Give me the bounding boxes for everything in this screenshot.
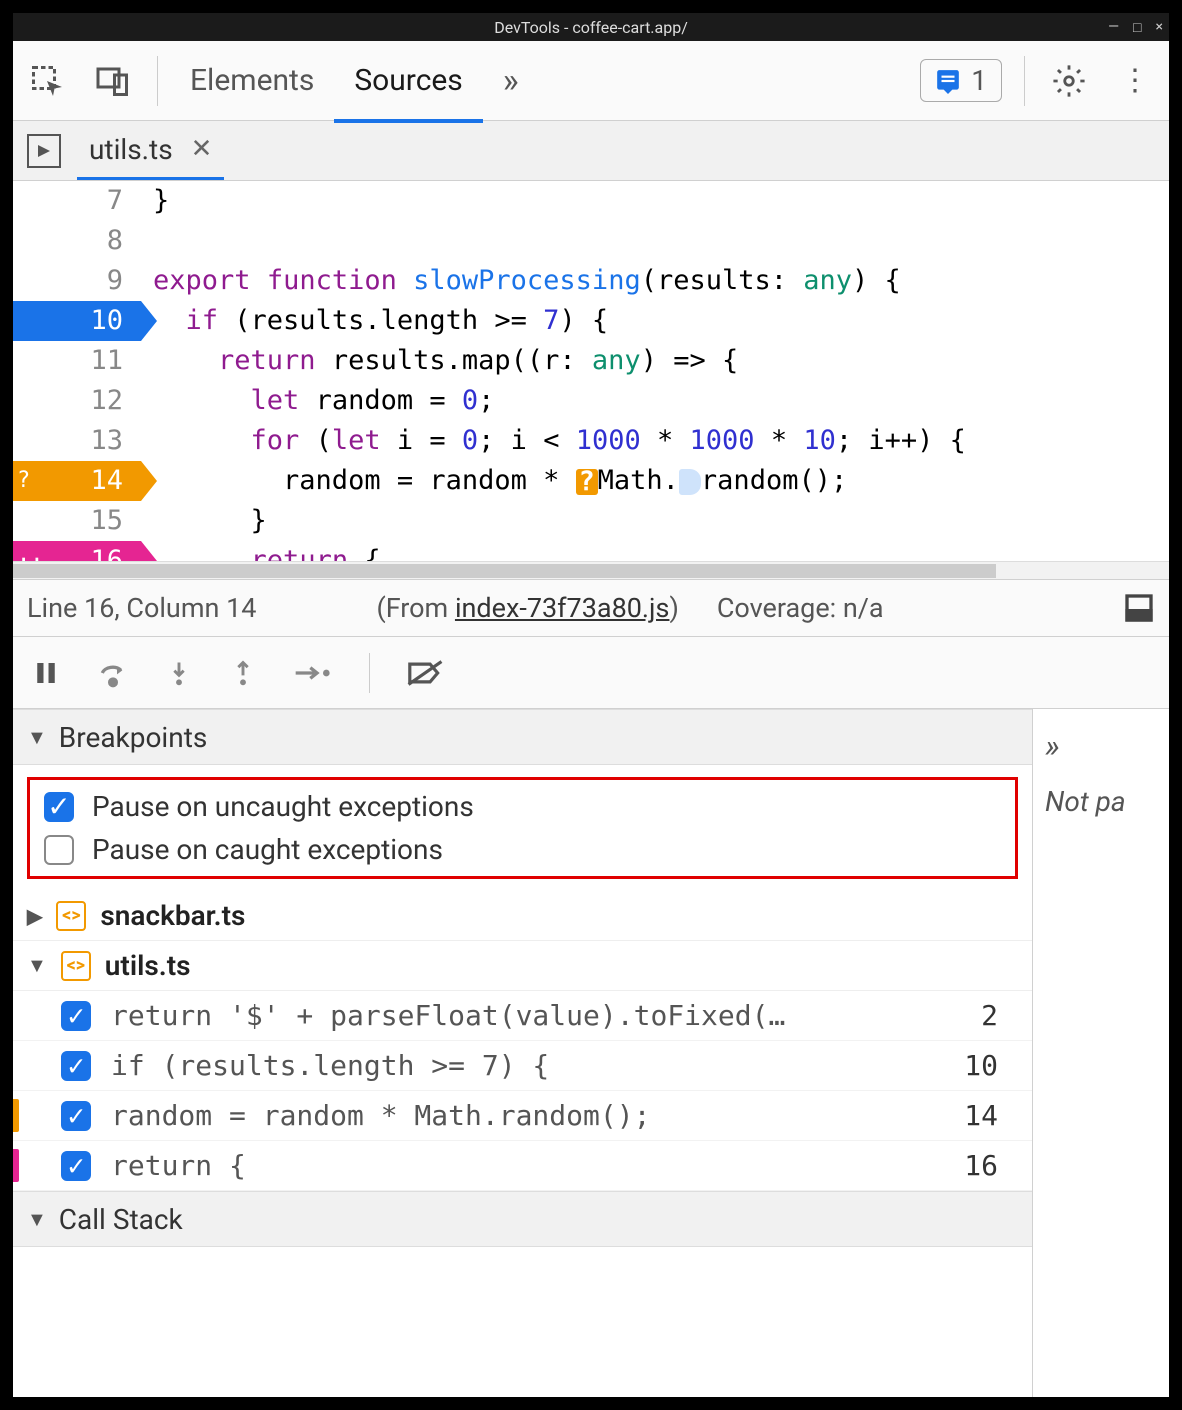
device-toolbar-icon[interactable] bbox=[91, 59, 135, 103]
breakpoint-row[interactable]: ✓if (results.length >= 7) {10 bbox=[13, 1041, 1032, 1091]
exceptions-highlight-box: ✓ Pause on uncaught exceptions Pause on … bbox=[27, 777, 1018, 879]
breakpoint-row[interactable]: ✓return {16 bbox=[13, 1141, 1032, 1191]
breakpoint-checkbox[interactable]: ✓ bbox=[61, 1151, 91, 1181]
file-tab-utils[interactable]: utils.ts ✕ bbox=[77, 121, 224, 180]
cursor-position: Line 16, Column 14 bbox=[27, 592, 256, 624]
pause-uncaught-checkbox[interactable]: ✓ bbox=[44, 792, 74, 822]
inspect-element-icon[interactable] bbox=[25, 59, 69, 103]
breakpoints-section-header[interactable]: ▼ Breakpoints bbox=[13, 709, 1032, 765]
devtools-window: DevTools - coffee-cart.app/ — □ × Elemen… bbox=[12, 12, 1170, 1398]
coverage-status: Coverage: n/a bbox=[717, 592, 884, 624]
breakpoint-row[interactable]: ✓random = random * Math.random();14 bbox=[13, 1091, 1032, 1141]
window-close-icon[interactable]: × bbox=[1156, 19, 1163, 36]
pause-caught-checkbox[interactable] bbox=[44, 835, 74, 865]
debugger-toolbar bbox=[13, 637, 1169, 709]
separator bbox=[1024, 56, 1025, 106]
breakpoint-checkbox[interactable]: ✓ bbox=[61, 1101, 91, 1131]
step-into-icon[interactable] bbox=[165, 657, 193, 689]
window-titlebar: DevTools - coffee-cart.app/ — □ × bbox=[13, 13, 1169, 41]
status-bar: Line 16, Column 14 (From index-73f73a80.… bbox=[13, 579, 1169, 637]
settings-icon[interactable] bbox=[1047, 59, 1091, 103]
debugger-status-text: Not pa bbox=[1045, 785, 1126, 818]
breakpoint-row[interactable]: ✓return '$' + parseFloat(value).toFixed(… bbox=[13, 991, 1032, 1041]
separator bbox=[157, 56, 158, 106]
tab-sources[interactable]: Sources bbox=[354, 63, 462, 98]
window-maximize-icon[interactable]: □ bbox=[1133, 19, 1141, 36]
collapse-icon: ▼ bbox=[27, 725, 47, 750]
separator bbox=[369, 653, 370, 693]
file-tab-name: utils.ts bbox=[89, 133, 173, 166]
pause-uncaught-label: Pause on uncaught exceptions bbox=[92, 790, 474, 823]
call-stack-section-header[interactable]: ▼ Call Stack bbox=[13, 1191, 1032, 1247]
code-editor[interactable]: 7891011121314?1516·· }export function sl… bbox=[13, 181, 1169, 561]
line-gutter[interactable]: 7891011121314?1516·· bbox=[13, 181, 141, 561]
main-toolbar: Elements Sources » 1 ⋮ bbox=[13, 41, 1169, 121]
breakpoint-file-snackbar[interactable]: ▶ <> snackbar.ts bbox=[13, 891, 1032, 941]
breakpoint-checkbox[interactable]: ✓ bbox=[61, 1001, 91, 1031]
pause-caught-label: Pause on caught exceptions bbox=[92, 833, 443, 866]
horizontal-scrollbar[interactable] bbox=[13, 561, 1169, 579]
step-icon[interactable] bbox=[293, 659, 333, 687]
more-icon[interactable]: ⋮ bbox=[1113, 59, 1157, 103]
step-over-icon[interactable] bbox=[97, 657, 129, 689]
collapse-icon: ▼ bbox=[27, 1207, 47, 1232]
more-panes-icon[interactable]: » bbox=[1045, 727, 1157, 765]
file-icon: <> bbox=[56, 901, 86, 931]
code-content[interactable]: }export function slowProcessing(results:… bbox=[141, 181, 1169, 561]
window-minimize-icon[interactable]: — bbox=[1108, 19, 1119, 36]
debugger-side-panel: » Not pa bbox=[1033, 709, 1169, 1397]
bottom-panel-toggle-icon[interactable] bbox=[1123, 592, 1155, 624]
issues-count: 1 bbox=[971, 64, 987, 97]
breakpoint-file-utils[interactable]: ▼ <> utils.ts bbox=[13, 941, 1032, 991]
issues-badge[interactable]: 1 bbox=[920, 59, 1002, 102]
source-map-link[interactable]: index-73f73a80.js bbox=[455, 592, 670, 624]
navigator-toggle-icon[interactable] bbox=[27, 134, 61, 168]
collapse-icon: ▼ bbox=[27, 953, 47, 978]
breakpoint-checkbox[interactable]: ✓ bbox=[61, 1051, 91, 1081]
file-tabs-bar: utils.ts ✕ bbox=[13, 121, 1169, 181]
tab-elements[interactable]: Elements bbox=[190, 63, 314, 98]
deactivate-breakpoints-icon[interactable] bbox=[406, 658, 444, 688]
file-icon: <> bbox=[61, 951, 91, 981]
close-tab-icon[interactable]: ✕ bbox=[191, 134, 213, 164]
expand-icon: ▶ bbox=[27, 904, 42, 928]
window-title: DevTools - coffee-cart.app/ bbox=[494, 18, 688, 37]
more-tabs-icon[interactable]: » bbox=[503, 61, 519, 101]
step-out-icon[interactable] bbox=[229, 657, 257, 689]
pause-icon[interactable] bbox=[31, 658, 61, 688]
